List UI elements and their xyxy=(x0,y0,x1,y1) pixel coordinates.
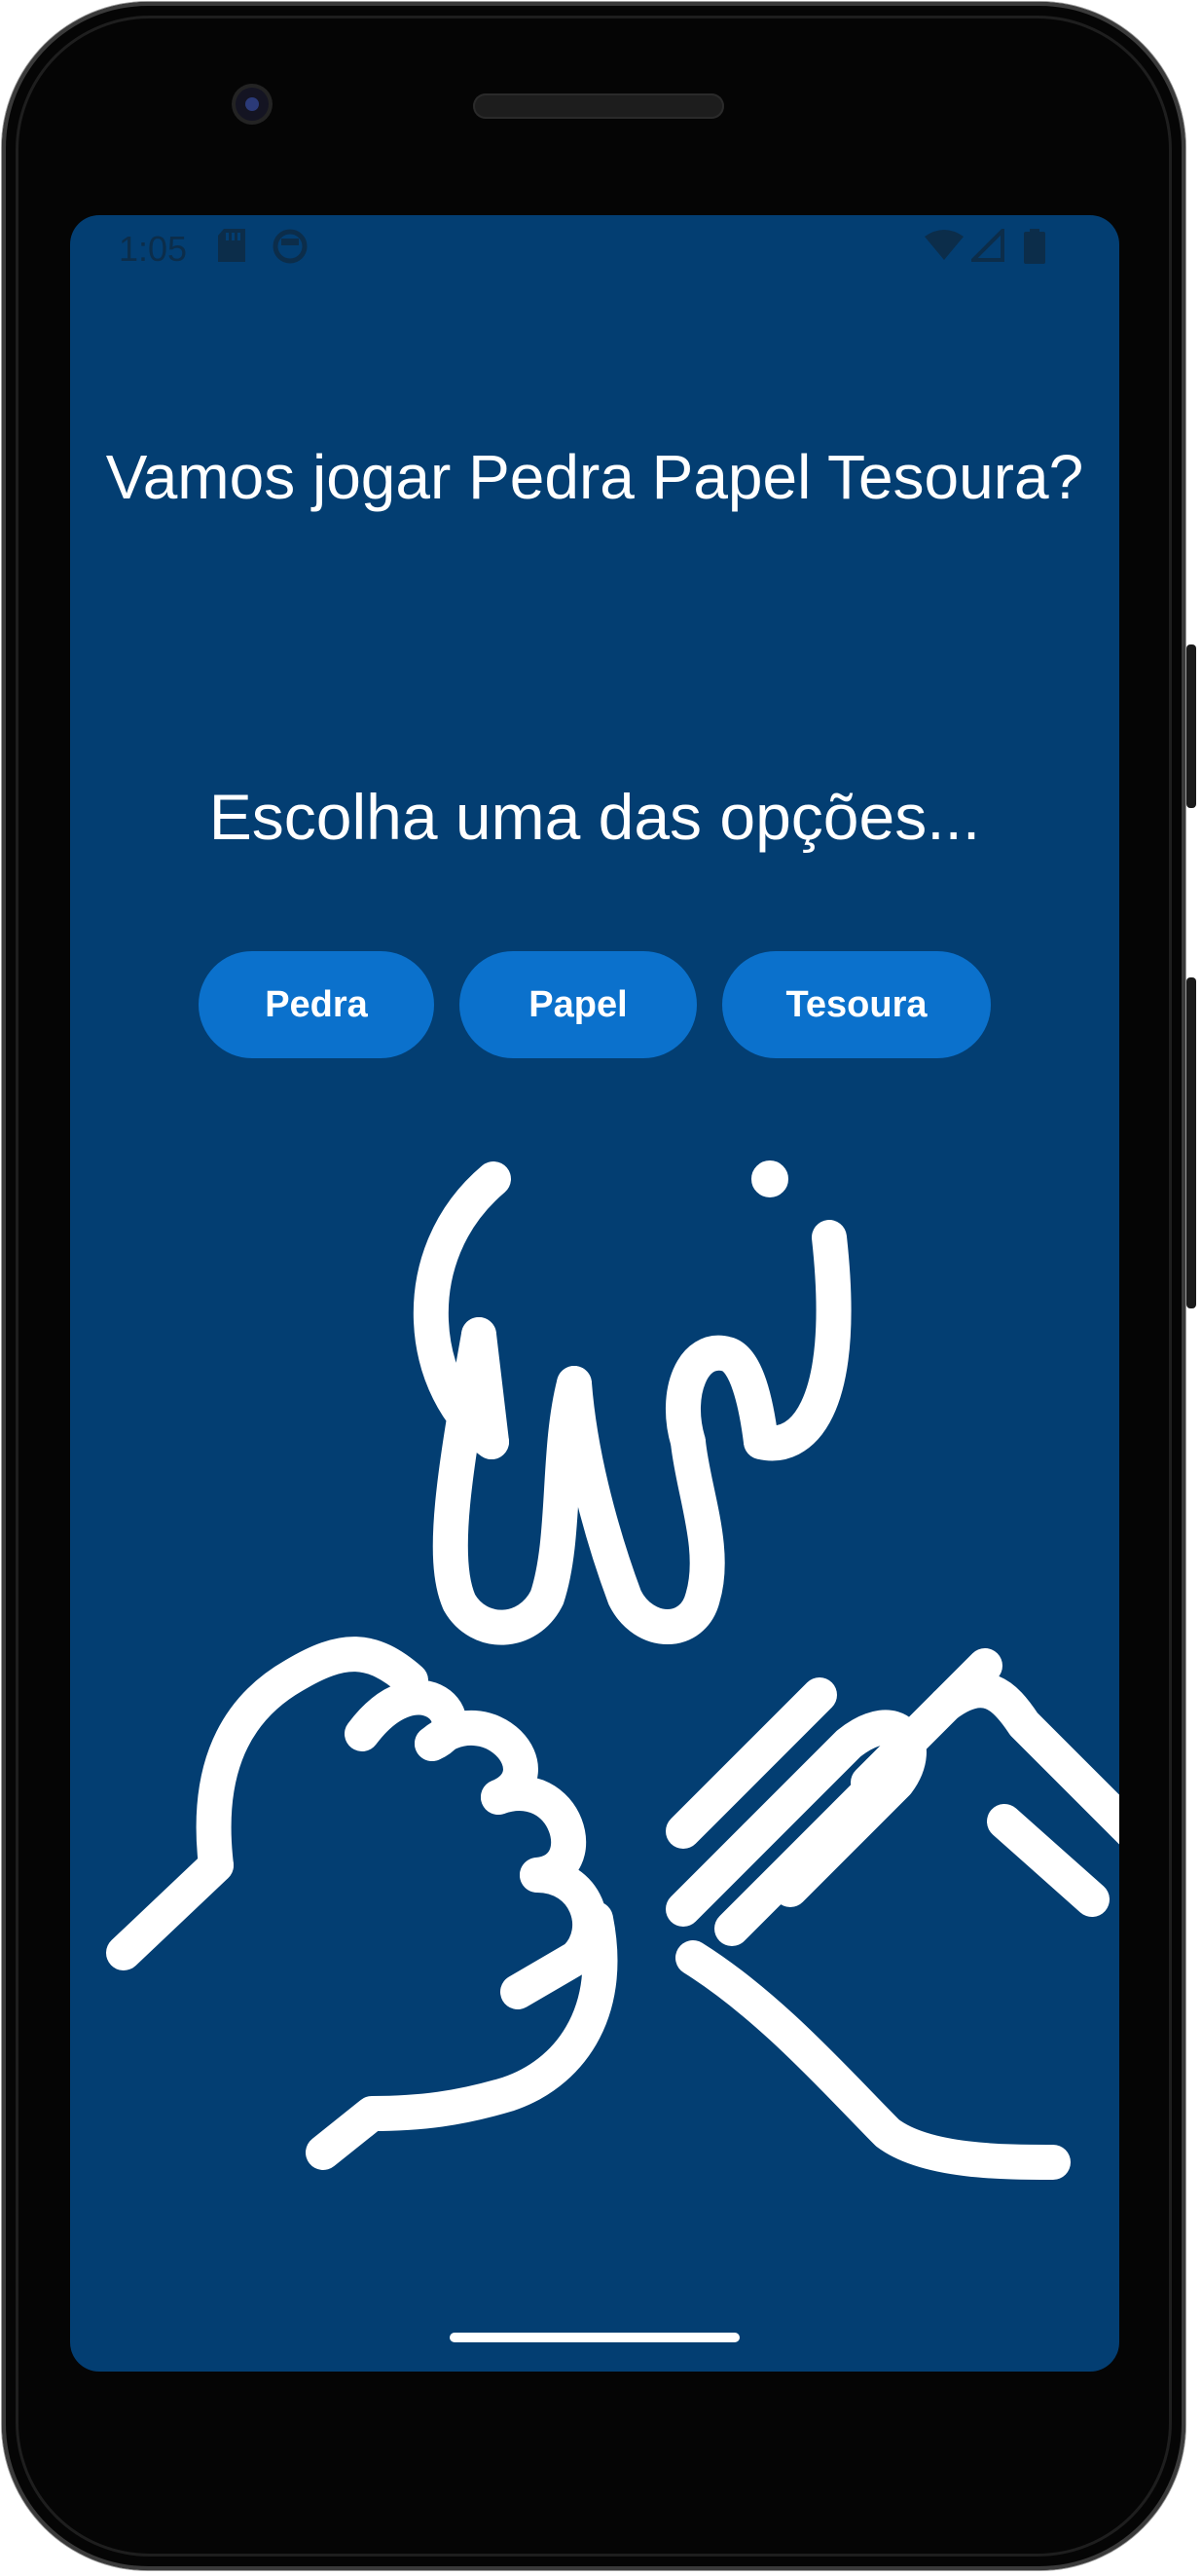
earpiece-speaker xyxy=(473,93,724,119)
app-screen: 1:05 Vamos jogar Pedra Papel Tesoura? Es… xyxy=(70,215,1119,2372)
signal-icon xyxy=(968,226,1004,267)
scissors-button[interactable]: Tesoura xyxy=(722,951,991,1058)
paper-button[interactable]: Papel xyxy=(459,951,697,1058)
circle-face-icon xyxy=(273,229,308,269)
sd-card-icon xyxy=(218,229,245,267)
rock-button[interactable]: Pedra xyxy=(199,951,434,1058)
page-title: Vamos jogar Pedra Papel Tesoura? xyxy=(105,442,1084,512)
phone-frame: 1:05 Vamos jogar Pedra Papel Tesoura? Es… xyxy=(2,2,1185,2570)
wifi-icon xyxy=(925,229,964,267)
scissors-hand-icon xyxy=(413,1160,852,1645)
front-camera xyxy=(236,88,269,121)
status-time: 1:05 xyxy=(119,229,188,269)
battery-icon xyxy=(1024,229,1045,269)
home-indicator[interactable] xyxy=(450,2333,740,2342)
paper-hand-icon xyxy=(666,1648,1119,2180)
power-button xyxy=(1186,644,1196,808)
instruction-text: Escolha uma das opções... xyxy=(208,781,981,853)
status-bar: 1:05 xyxy=(70,215,1119,283)
rock-hand-icon xyxy=(106,1637,618,2170)
rock-paper-scissors-hands-icon xyxy=(106,1160,1119,2180)
volume-button xyxy=(1186,977,1196,1308)
